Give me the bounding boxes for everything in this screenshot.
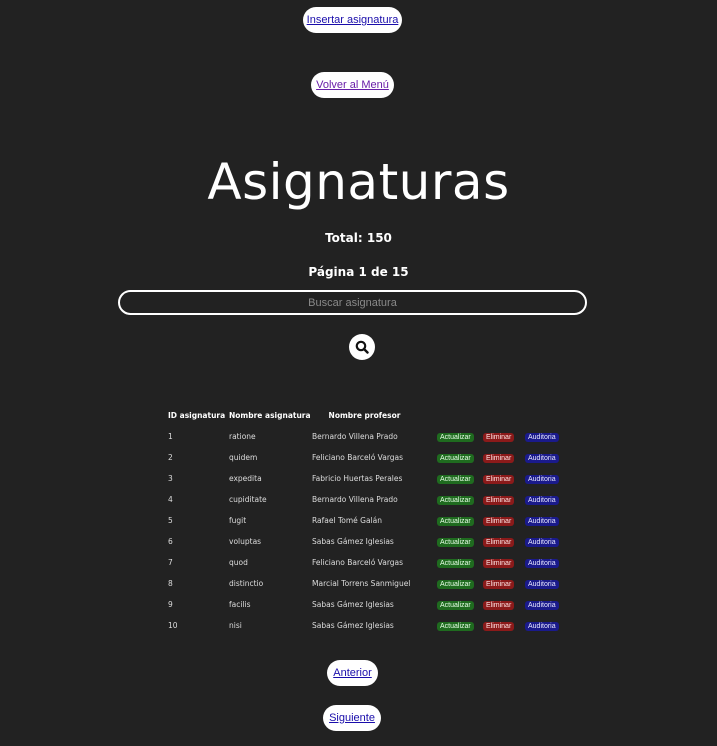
audit-button[interactable]: Auditoria (525, 579, 559, 589)
update-button[interactable]: Actualizar (437, 579, 474, 589)
cell-teacher-name: Rafael Tomé Galán (312, 516, 383, 525)
table-row: 1 ratione Bernardo Villena Prado Actualizar… (168, 426, 565, 447)
update-button[interactable]: Actualizar (437, 600, 474, 610)
delete-button[interactable]: Eliminar (483, 558, 515, 568)
header-teacher-name: Nombre profesor (328, 410, 401, 420)
table-header-row: ID asignatura Nombre asignatura Nombre p… (168, 404, 565, 426)
cell-id: 7 (168, 558, 173, 567)
page-indicator: Página 1 de 15 (308, 265, 409, 279)
table-row: 2 quidem Feliciano Barceló Vargas Actualiza… (168, 447, 565, 468)
audit-button[interactable]: Auditoria (525, 474, 559, 484)
insert-subject-link[interactable]: Insertar asignatura (303, 7, 402, 33)
cell-teacher-name: Bernardo Villena Prado (312, 432, 398, 441)
cell-teacher-name: Fabricio Huertas Perales (312, 474, 403, 483)
search-icon (355, 340, 369, 354)
cell-teacher-name: Bernardo Villena Prado (312, 495, 398, 504)
total-count: Total: 150 (325, 231, 392, 245)
cell-subject-name: quod (229, 558, 248, 567)
cell-id: 2 (168, 453, 173, 462)
delete-button[interactable]: Eliminar (483, 600, 515, 610)
cell-teacher-name: Marcial Torrens Sanmiguel (312, 579, 411, 588)
cell-id: 9 (168, 600, 173, 609)
cell-subject-name: quidem (229, 453, 258, 462)
update-button[interactable]: Actualizar (437, 558, 474, 568)
cell-teacher-name: Feliciano Barceló Vargas (312, 558, 404, 567)
audit-button[interactable]: Auditoria (525, 621, 559, 631)
header-subject-name: Nombre asignatura (229, 410, 311, 420)
cell-subject-name: expedita (229, 474, 262, 483)
cell-id: 5 (168, 516, 173, 525)
cell-subject-name: ratione (229, 432, 256, 441)
cell-id: 10 (168, 621, 178, 630)
cell-teacher-name: Sabas Gámez Iglesias (312, 600, 394, 609)
update-button[interactable]: Actualizar (437, 474, 474, 484)
cell-id: 3 (168, 474, 173, 483)
table-row: 8 distinctio Marcial Torrens Sanmiguel Actu… (168, 573, 565, 594)
page-title: Asignaturas (207, 153, 510, 211)
table-row: 6 voluptas Sabas Gámez Iglesias Actualizar E… (168, 531, 565, 552)
table-body: 1 ratione Bernardo Villena Prado Actualizar… (168, 426, 565, 636)
audit-button[interactable]: Auditoria (525, 516, 559, 526)
cell-subject-name: facilis (229, 600, 251, 609)
back-to-menu-link[interactable]: Volver al Menú (311, 72, 394, 98)
page: Insertar asignatura Volver al Menú Asign… (0, 0, 717, 746)
delete-button[interactable]: Eliminar (483, 579, 515, 589)
table-row: 5 fugit Rafael Tomé Galán Actualizar Elimina… (168, 510, 565, 531)
cell-teacher-name: Sabas Gámez Iglesias (312, 537, 394, 546)
update-button[interactable]: Actualizar (437, 621, 474, 631)
cell-id: 8 (168, 579, 173, 588)
cell-subject-name: voluptas (229, 537, 262, 546)
update-button[interactable]: Actualizar (437, 495, 474, 505)
cell-teacher-name: Feliciano Barceló Vargas (312, 453, 404, 462)
table-row: 10 nisi Sabas Gámez Iglesias Actualizar Elim… (168, 615, 565, 636)
update-button[interactable]: Actualizar (437, 453, 474, 463)
delete-button[interactable]: Eliminar (483, 474, 515, 484)
cell-subject-name: nisi (229, 621, 242, 630)
subjects-table: ID asignatura Nombre asignatura Nombre p… (168, 404, 565, 636)
audit-button[interactable]: Auditoria (525, 495, 559, 505)
table-row: 4 cupiditate Bernardo Villena Prado Actuali… (168, 489, 565, 510)
audit-button[interactable]: Auditoria (525, 558, 559, 568)
next-page-link[interactable]: Siguiente (323, 705, 381, 731)
delete-button[interactable]: Eliminar (483, 495, 515, 505)
search-button[interactable] (349, 334, 375, 360)
cell-subject-name: fugit (229, 516, 247, 525)
cell-id: 4 (168, 495, 173, 504)
audit-button[interactable]: Auditoria (525, 537, 559, 547)
cell-subject-name: cupiditate (229, 495, 267, 504)
delete-button[interactable]: Eliminar (483, 621, 515, 631)
delete-button[interactable]: Eliminar (483, 516, 515, 526)
table-row: 3 expedita Fabricio Huertas Perales Actuali… (168, 468, 565, 489)
audit-button[interactable]: Auditoria (525, 600, 559, 610)
previous-page-link[interactable]: Anterior (327, 660, 378, 686)
search-input[interactable] (118, 290, 587, 315)
delete-button[interactable]: Eliminar (483, 432, 515, 442)
audit-button[interactable]: Auditoria (525, 432, 559, 442)
cell-teacher-name: Sabas Gámez Iglesias (312, 621, 394, 630)
table-row: 7 quod Feliciano Barceló Vargas Actualizar E… (168, 552, 565, 573)
table-row: 9 facilis Sabas Gámez Iglesias Actualizar El… (168, 594, 565, 615)
audit-button[interactable]: Auditoria (525, 453, 559, 463)
delete-button[interactable]: Eliminar (483, 537, 515, 547)
cell-id: 1 (168, 432, 173, 441)
cell-id: 6 (168, 537, 173, 546)
header-id: ID asignatura (168, 410, 226, 420)
cell-subject-name: distinctio (229, 579, 264, 588)
update-button[interactable]: Actualizar (437, 537, 474, 547)
update-button[interactable]: Actualizar (437, 432, 474, 442)
update-button[interactable]: Actualizar (437, 516, 474, 526)
delete-button[interactable]: Eliminar (483, 453, 515, 463)
